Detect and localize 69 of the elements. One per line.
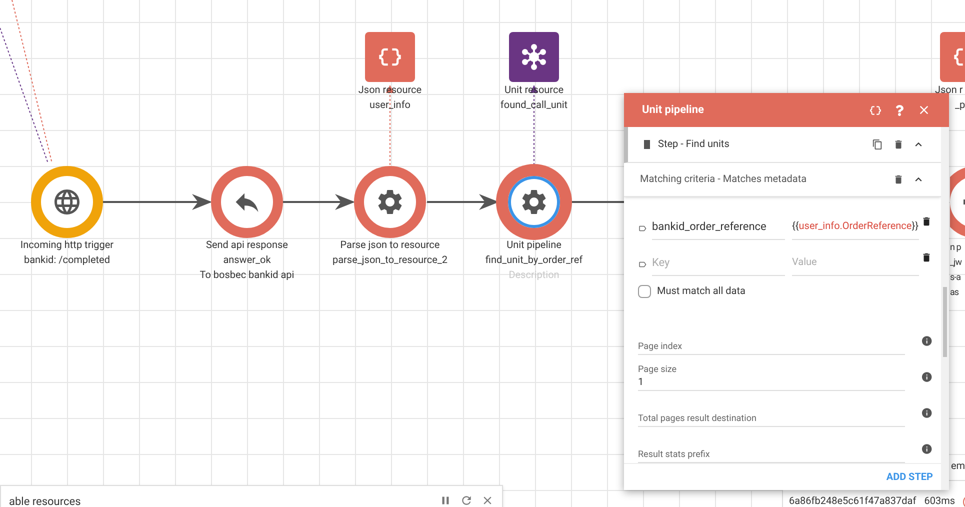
criteria-header[interactable]: Matching criteria - Matches metadata: [624, 163, 941, 197]
resource-label: Json r: [935, 84, 963, 98]
field-label: Page size: [638, 364, 678, 376]
close-icon[interactable]: [917, 103, 931, 117]
drag-handle-icon[interactable]: [644, 140, 650, 149]
pipeline-node[interactable]: [950, 166, 965, 238]
node-label: To bosbec bankid api: [198, 269, 296, 283]
refresh-icon[interactable]: [460, 494, 473, 507]
info-icon[interactable]: [921, 335, 933, 347]
help-icon[interactable]: [894, 104, 905, 116]
delete-icon[interactable]: [921, 252, 932, 263]
form-field[interactable]: Page index: [638, 327, 906, 355]
checkbox-label: Must match all data: [657, 285, 746, 299]
pipeline-node[interactable]: [211, 166, 283, 238]
info-icon[interactable]: [921, 443, 933, 455]
resource-node[interactable]: [509, 32, 559, 82]
connector-line: [571, 201, 624, 203]
connector-arrow: [427, 194, 499, 210]
form-field[interactable]: Result stats prefix: [638, 435, 906, 463]
node-label: Incoming http trigger: [19, 239, 115, 253]
field-value: 1: [638, 376, 645, 389]
field-label: Page index: [638, 341, 684, 353]
resource-label: user_info: [368, 99, 412, 113]
node-label: bankid: /completed: [22, 254, 111, 268]
resource-label: _p: [955, 99, 965, 113]
checkbox[interactable]: [638, 285, 651, 298]
partial-text: em: [951, 460, 965, 474]
delete-icon[interactable]: [893, 139, 904, 150]
panel-title: able resources: [9, 494, 81, 507]
node-label: Send api response: [205, 239, 289, 253]
field-label: Total pages result destination: [638, 413, 758, 425]
info-icon[interactable]: [921, 371, 933, 383]
node-label: parse_json_to_resource_2: [331, 254, 449, 268]
field-label: Result stats prefix: [638, 449, 711, 461]
value-field[interactable]: {{user_info.OrderReference}}: [792, 214, 919, 240]
pipeline-node[interactable]: [498, 166, 570, 238]
hub-icon: [521, 44, 547, 70]
close-icon[interactable]: [481, 494, 494, 507]
globe-icon: [52, 187, 82, 217]
node-label: Unit pipeline: [506, 239, 562, 253]
node-label: Parse json to resource: [339, 239, 441, 253]
node-label: _jw: [950, 257, 962, 270]
criteria-title: Matching criteria - Matches metadata: [640, 173, 808, 187]
delete-icon[interactable]: [893, 174, 904, 185]
step-title: Step - Find units: [658, 138, 730, 152]
node-label: n p: [950, 242, 961, 255]
resource-node[interactable]: [365, 32, 415, 82]
form-field[interactable]: Page size 1: [638, 363, 906, 391]
node-label: find_unit_by_order_ref: [484, 254, 584, 268]
key-field[interactable]: Key: [652, 250, 785, 276]
copy-icon[interactable]: [872, 139, 883, 150]
pipeline-node[interactable]: [354, 166, 426, 238]
log-id: 6a86fb248e5c61f47a837daf: [789, 495, 916, 507]
node-label: s-a: [950, 272, 961, 285]
info-icon[interactable]: [921, 407, 933, 419]
connector-arrow: [283, 194, 355, 210]
curly-braces-icon[interactable]: [869, 104, 882, 116]
node-label: as: [950, 287, 959, 300]
resource-label: found_call_unit: [499, 99, 569, 113]
form-field[interactable]: Total pages result destination: [638, 399, 906, 427]
tag-icon: [638, 224, 647, 233]
scrollbar-thumb[interactable]: [943, 287, 947, 357]
tag-icon: [638, 260, 647, 269]
key-field[interactable]: bankid_order_reference: [652, 214, 785, 240]
node-label: answer_ok: [222, 254, 272, 268]
log-duration: 603ms: [924, 495, 956, 507]
pipeline-node[interactable]: [31, 166, 103, 238]
delete-icon[interactable]: [921, 216, 932, 227]
panel-title: Unit pipeline: [642, 102, 705, 118]
